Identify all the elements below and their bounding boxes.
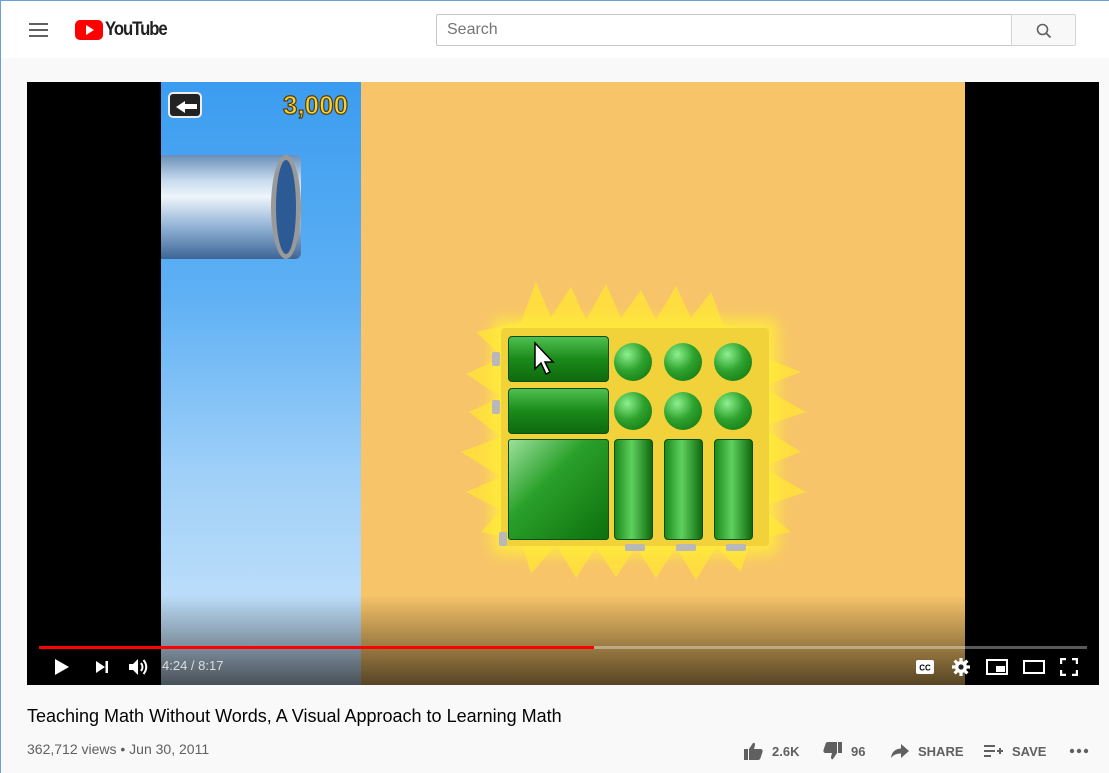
youtube-logo[interactable]: YouTube <box>75 18 175 42</box>
progress-fill <box>39 646 595 649</box>
ten-vertical-block <box>714 439 753 540</box>
save-label: SAVE <box>1012 743 1047 759</box>
board-peg <box>676 544 696 551</box>
game-back-arrow-icon <box>168 92 202 118</box>
game-score: 3,000 <box>282 89 349 120</box>
theater-mode-icon[interactable] <box>1023 660 1045 674</box>
unit-ball-block <box>614 392 652 430</box>
unit-ball-block <box>714 343 752 381</box>
video-title: Teaching Math Without Words, A Visual Ap… <box>27 706 562 726</box>
youtube-play-icon <box>75 20 103 40</box>
time-display: 4:24 / 8:17 <box>162 658 224 673</box>
save-button[interactable]: SAVE <box>984 741 1046 761</box>
board-peg <box>625 544 645 551</box>
more-horizontal-icon <box>1069 748 1089 754</box>
board-peg <box>726 544 746 551</box>
progress-bar[interactable] <box>39 646 1087 649</box>
browser-frame: YouTube 3,000 <box>0 0 1109 773</box>
more-actions-button[interactable] <box>1069 741 1098 761</box>
video-meta: 362,712 views • Jun 30, 2011 <box>27 741 210 757</box>
like-button[interactable]: 2.6K <box>744 741 799 761</box>
board-peg <box>492 400 500 414</box>
logo-text: YouTube <box>105 19 168 40</box>
search-button[interactable] <box>1011 14 1076 46</box>
masthead: YouTube <box>1 1 1109 58</box>
board-peg <box>499 532 507 546</box>
playlist-add-icon <box>984 745 1003 757</box>
unit-ball-block <box>664 343 702 381</box>
search-input[interactable] <box>437 15 1012 45</box>
svg-text:CC: CC <box>919 664 931 673</box>
captions-icon[interactable]: CC <box>915 659 935 675</box>
thumbs-up-icon <box>744 742 763 760</box>
hundred-square-block <box>508 439 609 540</box>
volume-icon[interactable] <box>128 657 150 677</box>
share-label: SHARE <box>918 743 964 759</box>
search-box <box>436 14 1012 46</box>
share-arrow-icon <box>891 744 909 758</box>
unit-ball-block <box>714 392 752 430</box>
unit-ball-block <box>614 343 652 381</box>
share-button[interactable]: SHARE <box>891 741 964 761</box>
ten-bar-block <box>508 336 609 382</box>
miniplayer-icon[interactable] <box>986 659 1008 675</box>
fullscreen-icon[interactable] <box>1060 658 1078 676</box>
dislike-button[interactable]: 96 <box>823 741 865 761</box>
mouse-cursor-icon <box>534 341 555 376</box>
like-count: 2.6K <box>772 743 800 759</box>
settings-gear-icon[interactable] <box>951 657 971 677</box>
thumbs-down-icon <box>823 742 842 760</box>
unit-ball-block <box>664 392 702 430</box>
ten-vertical-block <box>614 439 653 540</box>
pipe-rim-graphic <box>271 155 301 259</box>
video-player[interactable]: 3,000 4:24 / 8:17 CC <box>27 82 1099 685</box>
ten-vertical-block <box>664 439 703 540</box>
ten-bar-block <box>508 388 609 434</box>
dislike-count: 96 <box>851 743 866 759</box>
search-icon <box>1036 23 1052 39</box>
play-icon[interactable] <box>54 658 70 676</box>
menu-icon[interactable] <box>27 19 51 41</box>
next-icon[interactable] <box>95 660 109 674</box>
board-peg <box>492 352 500 366</box>
